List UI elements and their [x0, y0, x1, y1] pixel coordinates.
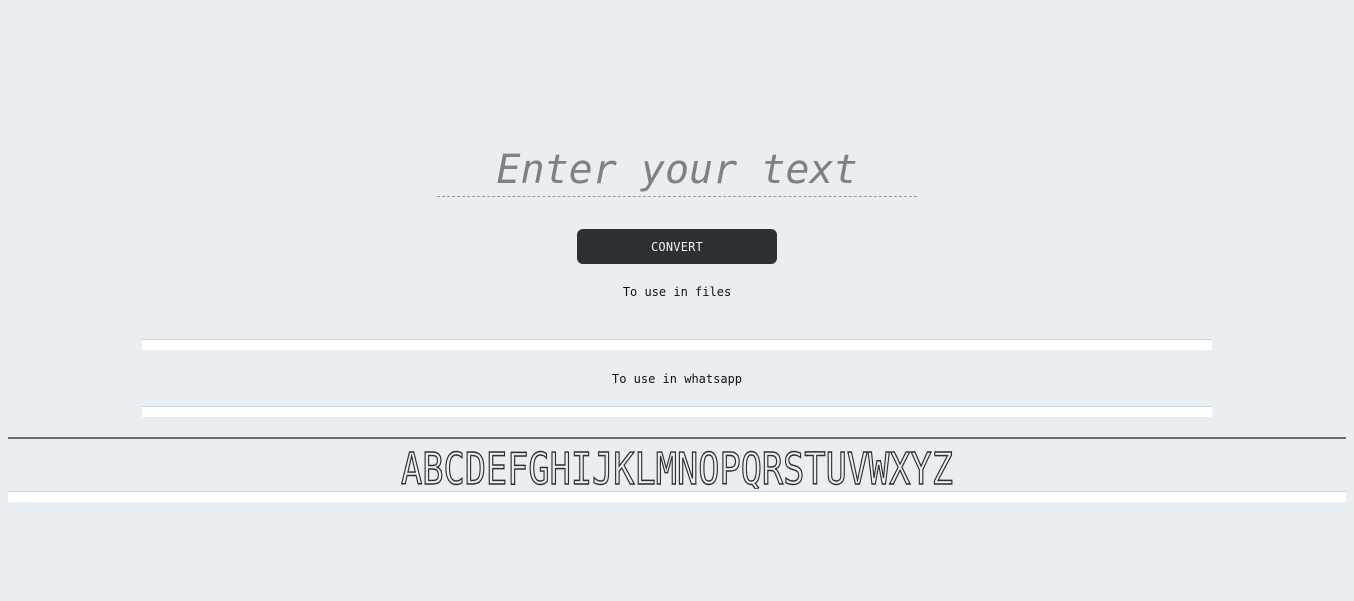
preview-output-strip: [8, 491, 1346, 502]
files-output-field[interactable]: [142, 339, 1212, 350]
whatsapp-output-label: To use in whatsapp: [611, 372, 743, 386]
font-preview-text: ABCDEFGHIJKLMNOPQRSTUVWXYZ: [401, 449, 953, 489]
convert-button[interactable]: CONVERT: [577, 229, 777, 264]
files-output-label: To use in files: [622, 285, 732, 299]
font-preview: ABCDEFGHIJKLMNOPQRSTUVWXYZ: [0, 449, 1354, 489]
whatsapp-output-field[interactable]: [142, 406, 1212, 417]
font-preview-sample: ABCDEFGHIJKLMNOPQRSTUVWXYZ: [400, 449, 953, 489]
section-divider: [8, 437, 1346, 439]
text-input[interactable]: [437, 147, 917, 197]
